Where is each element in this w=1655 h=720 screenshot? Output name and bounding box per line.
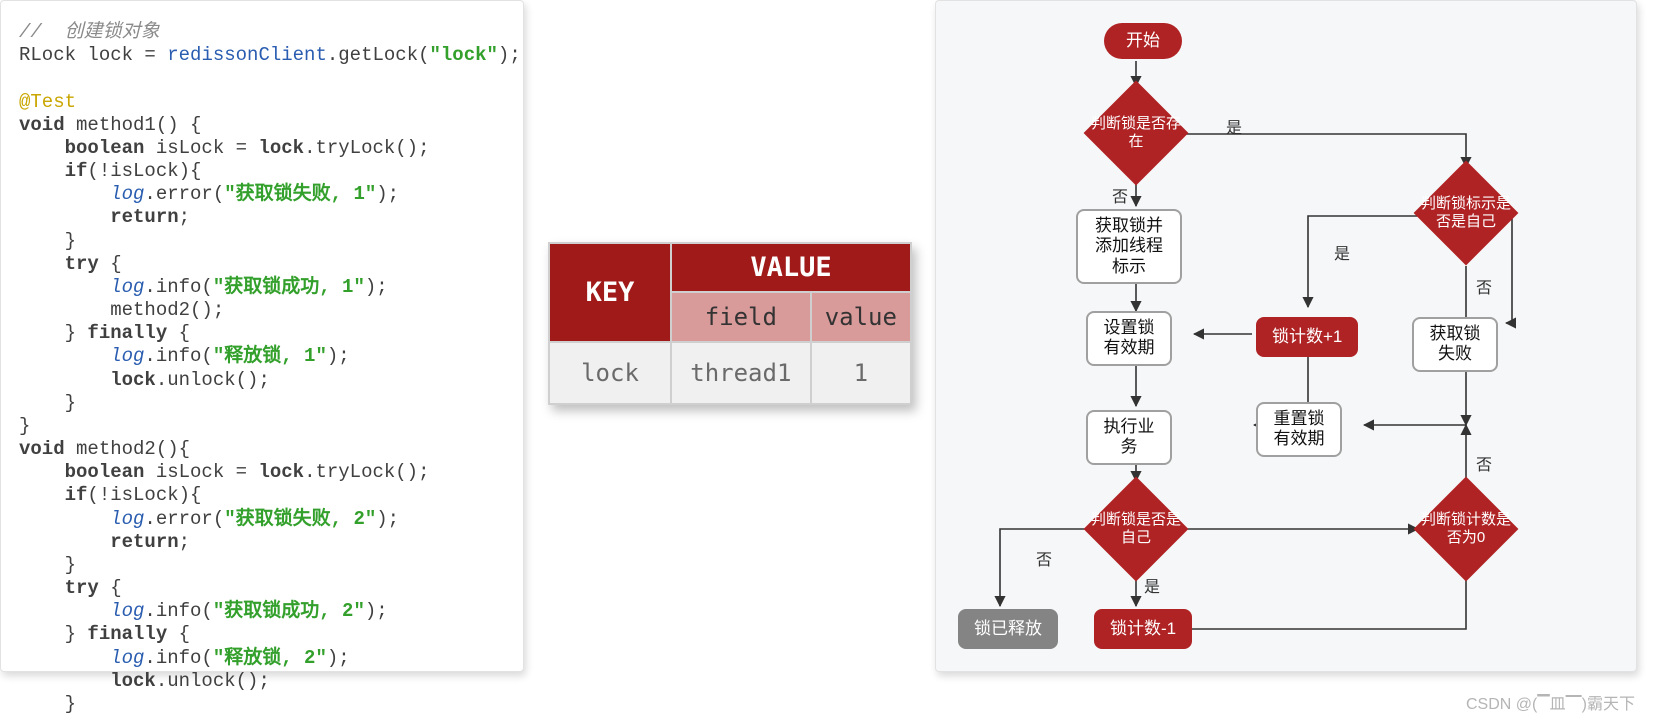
node-diamond-self: 判断锁是否是自己 bbox=[1086, 479, 1186, 579]
node-released: 锁已释放 bbox=[958, 609, 1058, 649]
node-diamond-owner: 判断锁标示是否是自己 bbox=[1416, 163, 1516, 263]
node-diamond-exists: 判断锁是否存在 bbox=[1086, 83, 1186, 183]
node-exec: 执行业务 bbox=[1086, 410, 1172, 465]
code-panel: // 创建锁对象 RLock lock = redissonClient.get… bbox=[0, 0, 524, 672]
code-block: // 创建锁对象 RLock lock = redissonClient.get… bbox=[1, 1, 523, 720]
table-header-field: field bbox=[671, 292, 811, 342]
node-inc: 锁计数+1 bbox=[1256, 317, 1358, 357]
node-dec: 锁计数-1 bbox=[1094, 609, 1192, 649]
table-cell-field: thread1 bbox=[671, 342, 811, 404]
node-diamond-zero: 判断锁计数是否为0 bbox=[1416, 479, 1516, 579]
flowchart: 开始 判断锁是否存在 是 否 获取锁并添加线程标示 判断锁标示是否是自己 是 否… bbox=[935, 0, 1637, 672]
table-header-key: KEY bbox=[549, 243, 671, 342]
node-acquire: 获取锁并添加线程标示 bbox=[1076, 209, 1182, 284]
node-start: 开始 bbox=[1104, 23, 1182, 59]
table-cell-value: 1 bbox=[811, 342, 911, 404]
node-reset: 重置锁有效期 bbox=[1256, 402, 1342, 457]
node-set-ttl: 设置锁有效期 bbox=[1086, 311, 1172, 366]
table-header-value: VALUE bbox=[671, 243, 911, 292]
table-header-val: value bbox=[811, 292, 911, 342]
table-cell-key: lock bbox=[549, 342, 671, 404]
key-value-table: KEY VALUE field value lock thread1 1 bbox=[548, 242, 912, 405]
watermark: CSDN @(▔皿▔)霸天下 bbox=[1466, 690, 1635, 714]
node-fail: 获取锁失败 bbox=[1412, 317, 1498, 372]
